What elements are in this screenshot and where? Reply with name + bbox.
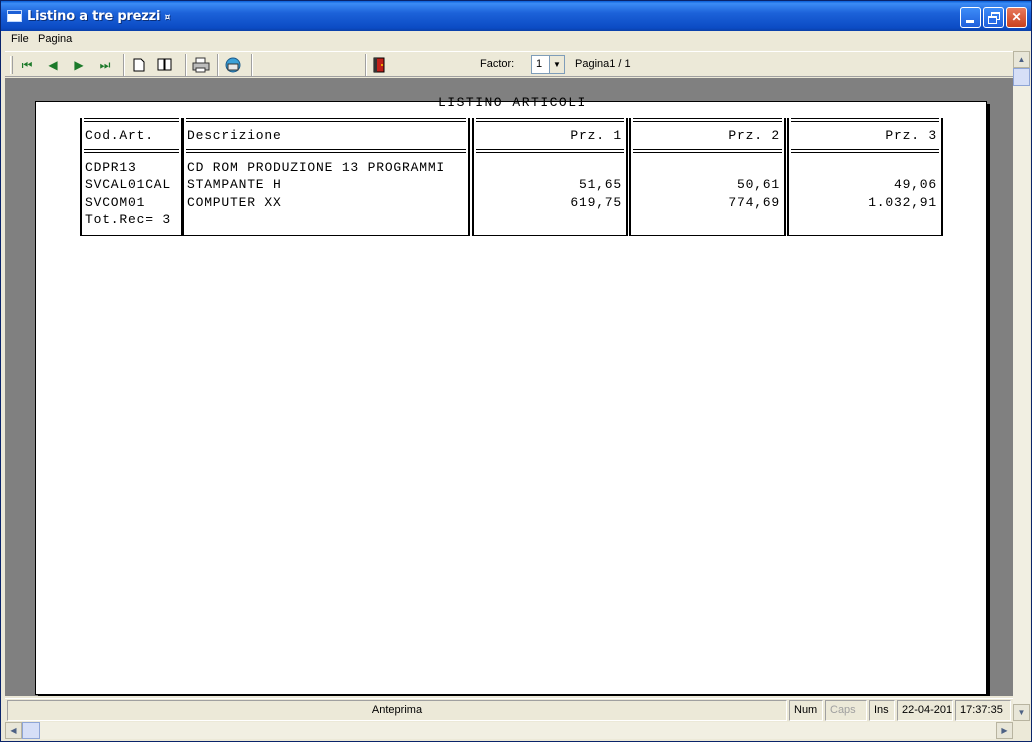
close-icon: ✕ xyxy=(1011,10,1022,24)
cell-price-2: 50,61 xyxy=(736,177,780,192)
status-num-lock: Num xyxy=(789,700,823,721)
vertical-scrollbar[interactable]: ▲ ▼ xyxy=(1013,51,1030,721)
cell-description: STAMPANTE H xyxy=(187,177,282,192)
printer-icon xyxy=(192,57,210,73)
divider xyxy=(186,118,466,122)
app-window-icon[interactable] xyxy=(7,10,22,22)
window-title-suffix: ¤ xyxy=(164,13,171,23)
cell-description: COMPUTER XX xyxy=(187,195,282,210)
toolbar: ⏮ ◀ ▶ ⏭ Factor: 1 ▼ Pagina1 / 1 xyxy=(5,51,1013,77)
toolbar-separator xyxy=(123,54,125,76)
window-title-text: Listino a tre prezzi xyxy=(27,9,161,24)
prev-page-icon: ◀ xyxy=(48,58,58,72)
scrollbar-corner xyxy=(1013,722,1030,739)
column-price-2: Prz. 2 50,61 774,69 xyxy=(629,118,786,236)
scroll-left-icon[interactable]: ◀ xyxy=(5,722,22,739)
menu-bar: File Pagina xyxy=(1,31,1031,50)
chevron-down-icon[interactable]: ▼ xyxy=(549,56,564,73)
cell-price-1: 619,75 xyxy=(570,195,622,210)
total-records: Tot.Rec= 3 xyxy=(85,212,172,227)
divider xyxy=(633,149,782,153)
cell-code: SVCAL01CAL xyxy=(85,177,172,192)
divider xyxy=(476,118,624,122)
column-price-3: Prz. 3 49,06 1.032,91 xyxy=(787,118,943,236)
toolbar-separator xyxy=(185,54,187,76)
status-insert: Ins xyxy=(869,700,895,721)
toolbar-separator xyxy=(251,54,253,76)
header-description: Descrizione xyxy=(187,128,282,143)
minimize-icon xyxy=(966,20,974,23)
divider xyxy=(476,149,624,153)
cell-description: CD ROM PRODUZIONE 13 PROGRAMMI xyxy=(187,160,446,175)
toolbar-grip[interactable] xyxy=(10,56,13,74)
cell-price-1: 51,65 xyxy=(578,177,622,192)
restore-icon-front xyxy=(988,16,997,24)
first-page-icon: ⏮ xyxy=(21,58,33,72)
exit-door-icon xyxy=(373,57,385,73)
divider xyxy=(84,118,179,122)
divider xyxy=(186,149,466,153)
column-code: Cod.Art. CDPR13 SVCAL01CAL SVCOM01 Tot.R… xyxy=(80,118,183,236)
menu-file[interactable]: File xyxy=(11,33,29,45)
factor-label: Factor: xyxy=(480,58,515,70)
header-code: Cod.Art. xyxy=(85,128,154,143)
divider xyxy=(791,149,939,153)
single-page-button[interactable] xyxy=(129,55,149,75)
cell-price-2: 774,69 xyxy=(728,195,780,210)
scroll-right-icon[interactable]: ▶ xyxy=(996,722,1013,739)
header-price-2: Prz. 2 xyxy=(728,128,780,143)
next-page-button[interactable]: ▶ xyxy=(69,55,89,75)
close-button[interactable]: ✕ xyxy=(1006,7,1027,28)
page-indicator: Pagina1 / 1 xyxy=(575,58,631,70)
report-page: LISTINO ARTICOLI Cod.Art. CDPR13 SVCAL01… xyxy=(35,95,987,695)
horizontal-scroll-thumb[interactable] xyxy=(22,722,40,739)
window-title: Listino a tre prezzi ¤ xyxy=(27,9,170,24)
scroll-up-icon[interactable]: ▲ xyxy=(1013,51,1030,68)
factor-value: 1 xyxy=(536,58,543,70)
divider xyxy=(84,149,179,153)
divider xyxy=(633,118,782,122)
first-page-button[interactable]: ⏮ xyxy=(17,55,37,75)
horizontal-scrollbar[interactable]: ◀ ▶ xyxy=(5,722,1013,739)
menu-pagina[interactable]: Pagina xyxy=(38,33,72,45)
status-time: 17:37:35 xyxy=(955,700,1011,721)
cell-price-3: 49,06 xyxy=(893,177,937,192)
last-page-icon: ⏭ xyxy=(99,58,111,72)
export-icon xyxy=(225,57,241,73)
divider xyxy=(791,118,939,122)
export-button[interactable] xyxy=(223,55,243,75)
status-main: Anteprima xyxy=(7,700,787,721)
minimize-button[interactable] xyxy=(960,7,981,28)
last-page-button[interactable]: ⏭ xyxy=(95,55,115,75)
title-bar[interactable]: Listino a tre prezzi ¤ ✕ xyxy=(1,1,1031,31)
toolbar-separator xyxy=(365,54,367,76)
two-pages-button[interactable] xyxy=(155,55,175,75)
factor-select[interactable]: 1 ▼ xyxy=(531,55,565,74)
status-bar: Anteprima Num Caps Ins 22-04-2016 17:37:… xyxy=(5,698,1013,721)
header-price-3: Prz. 3 xyxy=(885,128,937,143)
restore-button[interactable] xyxy=(983,7,1004,28)
column-price-1: Prz. 1 51,65 619,75 xyxy=(472,118,628,236)
status-date: 22-04-2016 xyxy=(897,700,953,721)
status-caps-lock: Caps xyxy=(825,700,867,721)
column-description: Descrizione CD ROM PRODUZIONE 13 PROGRAM… xyxy=(182,118,470,236)
print-button[interactable] xyxy=(191,55,211,75)
scroll-down-icon[interactable]: ▼ xyxy=(1013,704,1030,721)
vertical-scroll-thumb[interactable] xyxy=(1013,68,1030,86)
preview-area[interactable]: LISTINO ARTICOLI Cod.Art. CDPR13 SVCAL01… xyxy=(5,78,1013,696)
cell-code: SVCOM01 xyxy=(85,195,146,210)
prev-page-button[interactable]: ◀ xyxy=(43,55,63,75)
cell-price-3: 1.032,91 xyxy=(868,195,937,210)
cell-code: CDPR13 xyxy=(85,160,137,175)
header-price-1: Prz. 1 xyxy=(570,128,622,143)
app-window: Listino a tre prezzi ¤ ✕ File Pagina ⏮ ◀… xyxy=(0,0,1032,742)
report-title: LISTINO ARTICOLI xyxy=(438,95,587,110)
next-page-icon: ▶ xyxy=(74,58,84,72)
exit-button[interactable] xyxy=(369,55,389,75)
toolbar-separator xyxy=(217,54,219,76)
two-pages-icon xyxy=(157,58,172,71)
single-page-icon xyxy=(133,58,145,72)
